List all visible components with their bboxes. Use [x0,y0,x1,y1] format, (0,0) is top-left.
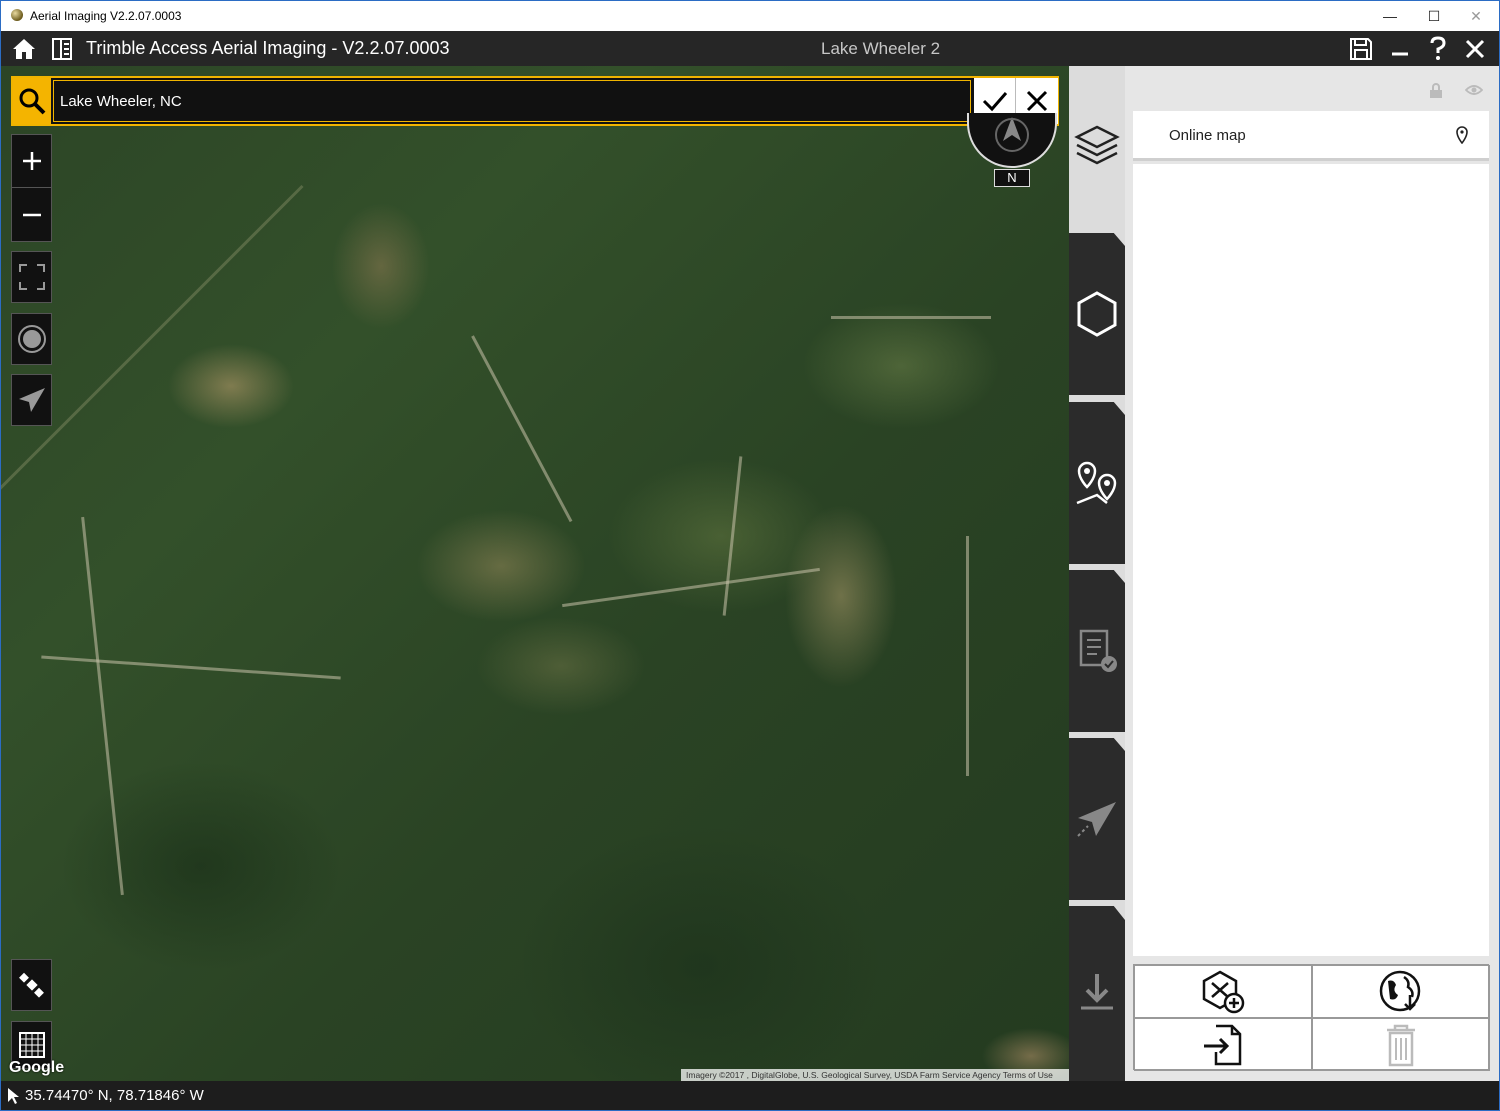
download-icon [1081,973,1113,1009]
satellite-icon [18,972,44,998]
tab-points[interactable] [1069,402,1125,564]
minimize-window-button[interactable]: — [1367,1,1413,31]
maximize-window-button[interactable]: ☐ [1411,1,1457,31]
app-window: Aerial Imaging V2.2.07.0003 — ☐ ✕ Trimbl… [0,0,1500,1111]
close-window-button[interactable]: ✕ [1453,1,1499,31]
help-icon[interactable] [1423,34,1453,64]
location-pin-icon[interactable] [1456,126,1468,144]
home-icon[interactable] [9,34,39,64]
tab-checklist[interactable] [1069,570,1125,732]
tab-layers[interactable] [1069,106,1125,186]
layers-panel: Online map [1125,66,1499,1081]
save-icon[interactable] [1346,34,1376,64]
fullscreen-icon [18,264,45,290]
target-icon [17,325,46,353]
compass-arrow-icon [995,117,1029,152]
grid-icon [18,1032,45,1058]
zoom-controls [11,134,52,242]
tool-tab-strip [1069,66,1125,1081]
panel-toggle-icon[interactable] [47,34,77,64]
hexagon-icon [1077,291,1117,337]
satellite-button[interactable] [11,959,52,1011]
gps-position-button[interactable] [11,313,52,365]
project-name: Lake Wheeler 2 [821,39,941,58]
download-online-map-button[interactable] [1312,965,1490,1018]
add-map-layer-button[interactable] [1134,965,1312,1018]
layer-list-item[interactable]: Online map [1133,111,1489,161]
zoom-out-button[interactable] [12,188,51,241]
layers-icon [1074,125,1120,165]
google-logo: Google [9,1059,65,1076]
cursor-icon [8,1088,19,1104]
layer-label: Online map [1169,127,1246,144]
paper-plane-icon [1077,802,1116,837]
lock-icon[interactable] [1429,83,1443,99]
plus-icon [22,152,41,170]
app-logo-icon [11,9,23,21]
map-pin-route-icon [1076,461,1117,505]
trash-icon [1387,1024,1415,1066]
app-header: Trimble Access Aerial Imaging - V2.2.07.… [1,31,1499,66]
compass[interactable] [967,113,1057,168]
minus-icon [22,213,41,216]
compass-north-label: N [994,169,1030,187]
window-title: Aerial Imaging V2.2.07.0003 [30,9,182,23]
fit-extent-button[interactable] [11,251,52,303]
tab-flight[interactable] [1069,738,1125,900]
layer-list [1133,164,1489,956]
app-title: Trimble Access Aerial Imaging - V2.2.07.… [86,38,450,58]
close-icon[interactable] [1460,34,1490,64]
layer-actions [1133,964,1490,1071]
tab-download[interactable] [1069,906,1125,1081]
aerial-map[interactable] [1,66,1069,1081]
zoom-in-button[interactable] [12,135,51,188]
minimize-icon[interactable] [1385,34,1415,64]
add-layer-icon [1202,970,1245,1013]
import-layer-button[interactable] [1134,1018,1312,1071]
globe-download-icon [1379,970,1421,1011]
checklist-icon [1079,629,1117,672]
search-bar [11,76,1059,126]
import-file-icon [1204,1024,1242,1065]
search-input[interactable] [53,80,971,122]
tab-area[interactable] [1069,233,1125,395]
delete-layer-button[interactable] [1312,1018,1490,1071]
search-icon[interactable] [13,78,51,124]
paper-plane-icon [18,388,45,412]
flight-button[interactable] [11,374,52,426]
os-title-bar: Aerial Imaging V2.2.07.0003 — ☐ ✕ [1,1,1499,31]
visibility-icon[interactable] [1465,84,1483,96]
cursor-coordinates: 35.74470° N, 78.71846° W [25,1087,204,1104]
map-attribution: Imagery ©2017 , DigitalGlobe, U.S. Geolo… [681,1069,1069,1081]
status-bar: 35.74470° N, 78.71846° W [1,1081,1499,1110]
